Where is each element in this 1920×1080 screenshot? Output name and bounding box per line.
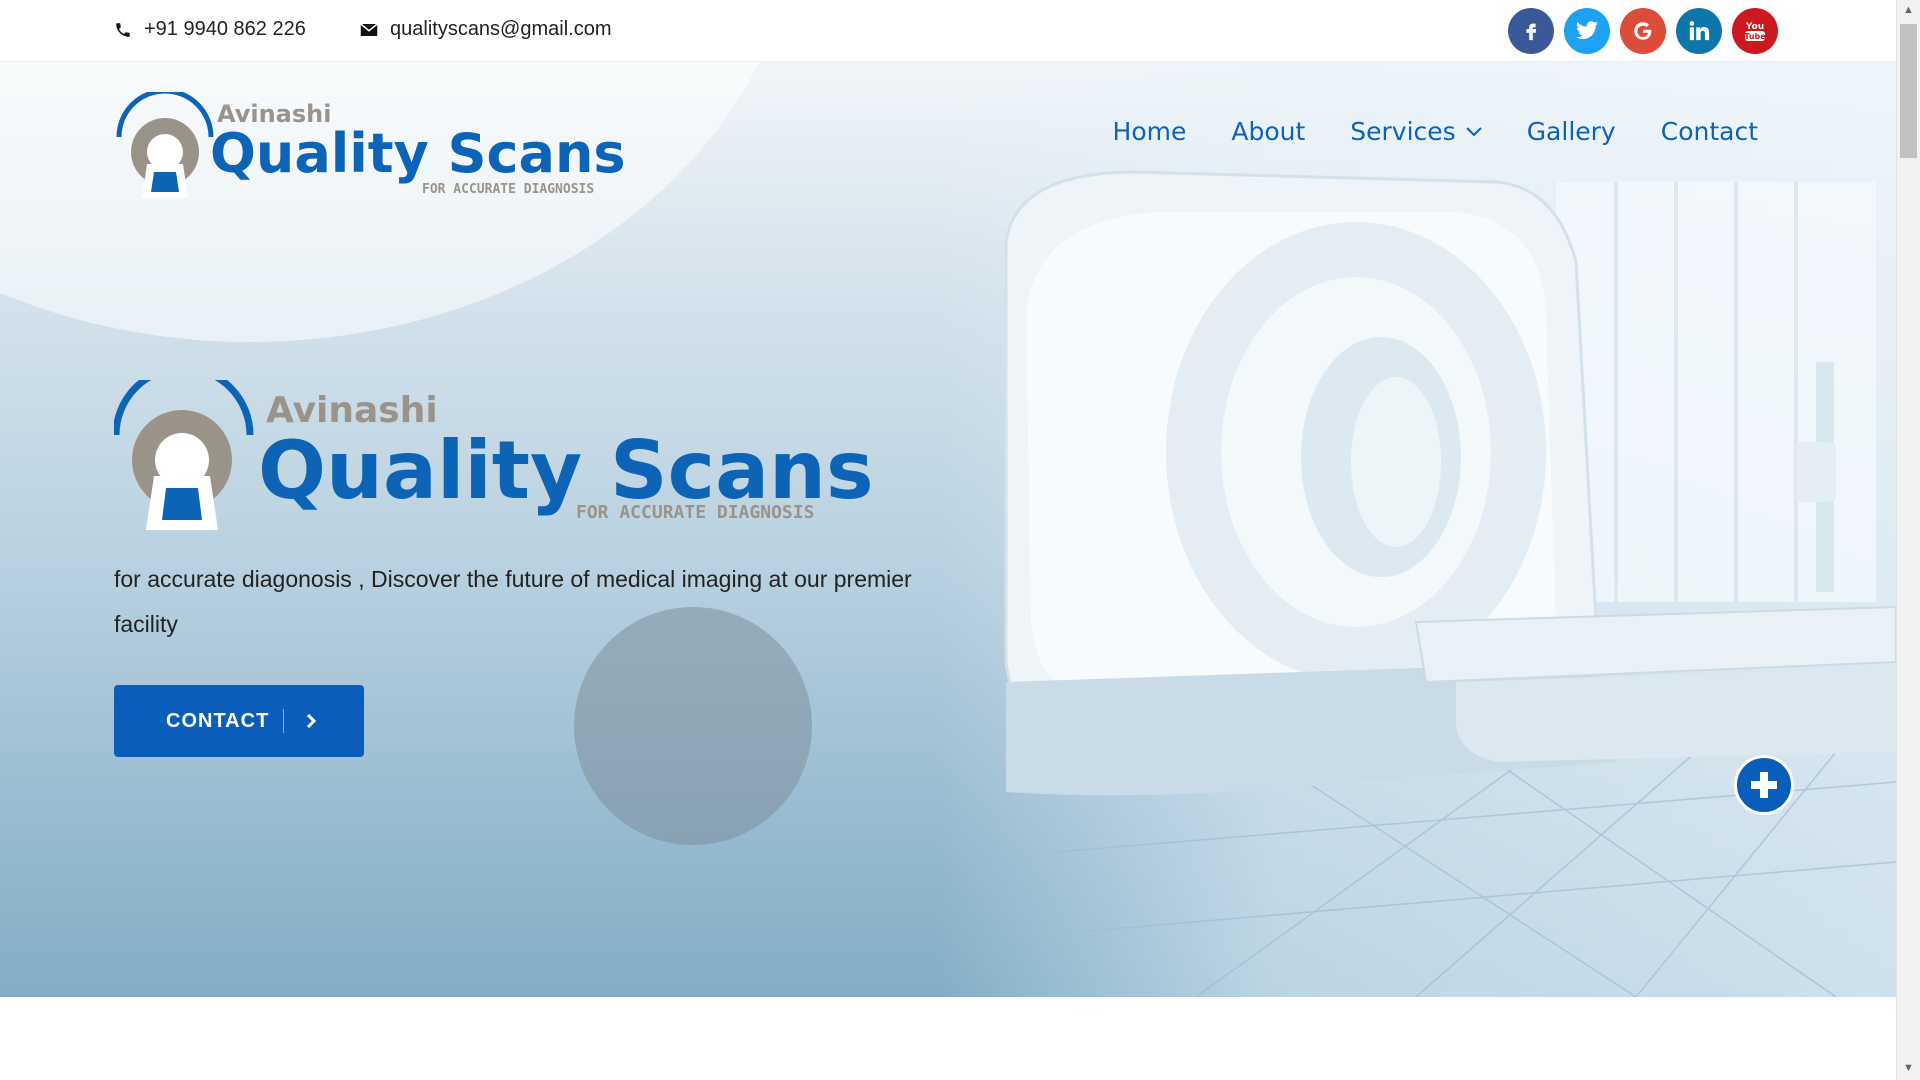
site-logo[interactable]: Avinashi Quality Scans FOR ACCURATE DIAG… <box>114 92 634 202</box>
button-divider <box>283 709 285 733</box>
page-scrollbar[interactable]: ▲ ▼ <box>1896 0 1920 1080</box>
svg-text:You: You <box>1745 22 1764 32</box>
decorative-circle <box>574 607 812 845</box>
chevron-down-icon <box>1465 126 1482 136</box>
ct-scanner-image <box>1004 170 1896 997</box>
social-links: You Tube <box>1508 8 1778 54</box>
email-contact[interactable]: qualityscans@gmail.com <box>360 18 612 41</box>
contact-button[interactable]: CONTACT <box>114 685 364 757</box>
hero-section: Avinashi Quality Scans FOR ACCURATE DIAG… <box>0 62 1896 997</box>
logo-tag: FOR ACCURATE DIAGNOSIS <box>422 182 594 197</box>
hero-tagline: for accurate diagonosis , Discover the f… <box>114 566 912 637</box>
nav-contact[interactable]: Contact <box>1661 117 1758 146</box>
nav-gallery[interactable]: Gallery <box>1527 117 1616 146</box>
scroll-down-arrow-icon[interactable]: ▼ <box>1903 1062 1914 1074</box>
youtube-icon[interactable]: You Tube <box>1732 8 1778 54</box>
contact-button-label: CONTACT <box>166 709 270 732</box>
scroll-up-arrow-icon[interactable]: ▲ <box>1903 4 1914 16</box>
chevron-right-icon <box>307 714 317 728</box>
floating-plus-button[interactable] <box>1734 755 1794 815</box>
svg-text:FOR ACCURATE DIAGNOSIS: FOR ACCURATE DIAGNOSIS <box>576 502 814 523</box>
scroll-thumb[interactable] <box>1900 24 1917 158</box>
plus-icon <box>1751 772 1777 798</box>
nav-home[interactable]: Home <box>1113 117 1187 146</box>
phone-icon <box>116 22 130 37</box>
hero-logo: Avinashi Quality Scans FOR ACCURATE DIAG… <box>114 380 874 530</box>
twitter-icon[interactable] <box>1564 8 1610 54</box>
facebook-icon[interactable] <box>1508 8 1554 54</box>
nav-about[interactable]: About <box>1231 117 1305 146</box>
phone-contact[interactable]: +91 9940 862 226 <box>114 18 306 41</box>
email-address: qualityscans@gmail.com <box>390 18 612 40</box>
nav-services-label: Services <box>1350 117 1456 146</box>
google-icon[interactable] <box>1620 8 1666 54</box>
phone-number: +91 9940 862 226 <box>144 18 306 40</box>
envelope-icon <box>360 22 378 36</box>
top-bar: +91 9940 862 226 qualityscans@gmail.com … <box>0 0 1896 62</box>
main-nav: Home About Services Gallery Contact <box>1113 117 1758 146</box>
logo-name: Quality Scans <box>210 122 626 185</box>
linkedin-icon[interactable] <box>1676 8 1722 54</box>
nav-services[interactable]: Services <box>1350 117 1482 146</box>
svg-text:Tube: Tube <box>1744 32 1766 41</box>
